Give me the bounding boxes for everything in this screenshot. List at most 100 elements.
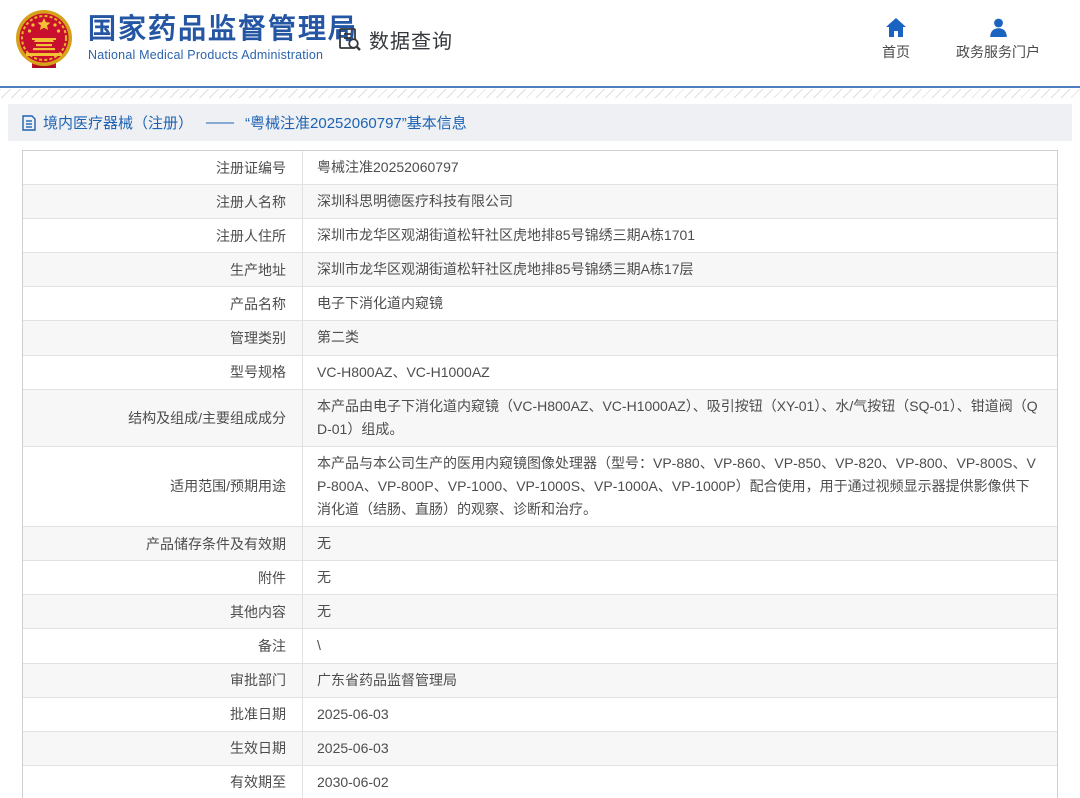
row-label: 生效日期 (23, 731, 303, 765)
nav-item-portal[interactable]: 政务服务门户 (956, 18, 1040, 62)
table-row: 管理类别 第二类 (23, 321, 1057, 356)
row-value: 2025-06-03 (303, 698, 1057, 731)
table-row: 审批部门 广东省药品监督管理局 (23, 663, 1057, 698)
row-value: 无 (303, 527, 1057, 560)
row-value: VC-H800AZ、VC-H1000AZ (303, 356, 1057, 389)
row-value-text: 2025-06-03 (317, 705, 389, 722)
row-value: 第二类 (303, 321, 1057, 354)
table-row: 产品名称 电子下消化道内窥镜 (23, 287, 1057, 322)
row-label: 注册人住所 (23, 219, 303, 253)
row-value: 2025-06-03 (303, 732, 1057, 765)
registration-info-table: 注册证编号 粤械注准20252060797 注册人名称 深圳科思明德医疗科技有限公司注… (22, 150, 1058, 798)
row-value: 广东省药品监督管理局 (303, 664, 1057, 697)
breadcrumb-category[interactable]: 境内医疗器械（注册） (43, 112, 193, 133)
row-label-text: 生产地址 (230, 261, 286, 278)
row-value-text: 深圳科思明德医疗科技有限公司 (317, 193, 513, 210)
row-label-text: 注册人名称 (216, 193, 286, 210)
row-label-text: 型号规格 (230, 364, 286, 381)
row-label-text: 适用范围/预期用途 (170, 478, 286, 495)
row-label-text: 注册证编号 (216, 159, 286, 176)
table-row: 生效日期 2025-06-03 (23, 731, 1057, 766)
data-query-entry[interactable]: 数据查询 (336, 25, 453, 54)
row-value: 2030-06-02 (303, 766, 1057, 798)
row-label-text: 其他内容 (230, 603, 286, 620)
national-emblem-logo (12, 8, 76, 72)
row-label-text: 审批部门 (230, 672, 286, 689)
row-value-text: 无 (317, 603, 331, 620)
row-label: 生产地址 (23, 253, 303, 287)
row-label: 产品名称 (23, 287, 303, 321)
row-value: 粤械注准20252060797 (303, 151, 1057, 184)
row-value-text: 电子下消化道内窥镜 (317, 295, 443, 312)
row-value: 无 (303, 595, 1057, 628)
row-value-text: \ (317, 637, 321, 654)
row-label: 产品储存条件及有效期 (23, 527, 303, 561)
site-header: 国家药品监督管理局 National Medical Products Admi… (0, 0, 1080, 88)
row-value-text: VC-H800AZ、VC-H1000AZ (317, 363, 490, 380)
row-label: 审批部门 (23, 663, 303, 697)
row-label: 注册人名称 (23, 185, 303, 219)
row-label: 有效期至 (23, 765, 303, 798)
row-value: 本产品由电子下消化道内窥镜（VC-H800AZ、VC-H1000AZ）、吸引按钮… (303, 390, 1057, 446)
table-row: 注册证编号 粤械注准20252060797 (23, 151, 1057, 186)
table-row: 生产地址 深圳市龙华区观湖街道松轩社区虎地排85号锦绣三期A栋17层 (23, 253, 1057, 288)
row-value-text: 2030-06-02 (317, 773, 389, 790)
row-value-text: 2025-06-03 (317, 739, 389, 756)
row-value: 本产品与本公司生产的医用内窥镜图像处理器（型号：VP-880、VP-860、VP… (303, 447, 1057, 526)
nav-portal-label: 政务服务门户 (956, 44, 1040, 60)
table-row: 批准日期 2025-06-03 (23, 697, 1057, 732)
table-row: 附件 无 (23, 561, 1057, 596)
table-row: 产品储存条件及有效期 无 (23, 527, 1057, 562)
row-label: 型号规格 (23, 355, 303, 389)
row-value: 电子下消化道内窥镜 (303, 287, 1057, 320)
row-value: 深圳市龙华区观湖街道松轩社区虎地排85号锦绣三期A栋17层 (303, 253, 1057, 286)
row-label: 注册证编号 (23, 151, 303, 185)
row-label: 结构及组成/主要组成成分 (23, 389, 303, 446)
row-value-text: 深圳市龙华区观湖街道松轩社区虎地排85号锦绣三期A栋1701 (317, 227, 696, 244)
breadcrumb-separator: —— (206, 114, 234, 131)
row-label-text: 管理类别 (230, 330, 286, 347)
table-row: 有效期至 2030-06-02 (23, 765, 1057, 798)
row-value-text: 本产品与本公司生产的医用内窥镜图像处理器（型号：VP-880、VP-860、VP… (317, 454, 1036, 518)
table-row: 备注 \ (23, 629, 1057, 664)
row-value-text: 广东省药品监督管理局 (317, 671, 457, 688)
row-label: 备注 (23, 629, 303, 663)
home-icon (886, 18, 906, 37)
row-label-text: 有效期至 (230, 774, 286, 791)
row-label: 适用范围/预期用途 (23, 446, 303, 527)
document-icon (22, 114, 36, 131)
header-nav: 首页 政务服务门户 (882, 18, 1040, 62)
hatched-divider (0, 89, 1080, 98)
nav-home-label: 首页 (882, 44, 910, 60)
row-label: 管理类别 (23, 321, 303, 355)
row-label-text: 产品名称 (230, 295, 286, 312)
row-value-text: 无 (317, 535, 331, 552)
row-label-text: 产品储存条件及有效期 (146, 535, 286, 552)
row-label-text: 备注 (258, 637, 286, 654)
table-row: 适用范围/预期用途 本产品与本公司生产的医用内窥镜图像处理器（型号：VP-880、… (23, 446, 1057, 528)
row-value: 无 (303, 561, 1057, 594)
row-value-text: 深圳市龙华区观湖街道松轩社区虎地排85号锦绣三期A栋17层 (317, 261, 694, 278)
nav-item-home[interactable]: 首页 (882, 18, 910, 62)
row-value-text: 粤械注准20252060797 (317, 159, 459, 175)
data-query-label: 数据查询 (369, 31, 453, 53)
table-row: 型号规格 VC-H800AZ、VC-H1000AZ (23, 355, 1057, 390)
row-label-text: 注册人住所 (216, 227, 286, 244)
breadcrumb: 境内医疗器械（注册） —— “粤械注准20252060797”基本信息 (8, 104, 1072, 141)
table-row: 其他内容 无 (23, 595, 1057, 630)
row-value: \ (303, 629, 1057, 662)
breadcrumb-title: “粤械注准20252060797”基本信息 (245, 115, 467, 132)
row-label-text: 生效日期 (230, 740, 286, 757)
row-label: 其他内容 (23, 595, 303, 629)
row-value-text: 无 (317, 569, 331, 586)
row-value: 深圳科思明德医疗科技有限公司 (303, 185, 1057, 218)
row-label-text: 附件 (258, 569, 286, 586)
org-title-block: 国家药品监督管理局 National Medical Products Admi… (88, 13, 358, 62)
row-label-text: 批准日期 (230, 706, 286, 723)
user-icon (989, 18, 1008, 37)
row-label: 附件 (23, 561, 303, 595)
document-search-icon (336, 26, 363, 53)
table-row: 注册人名称 深圳科思明德医疗科技有限公司 (23, 185, 1057, 220)
content-panel: 境内医疗器械（注册） —— “粤械注准20252060797”基本信息 注册证编… (8, 104, 1072, 798)
row-label-text: 结构及组成/主要组成成分 (128, 409, 286, 426)
